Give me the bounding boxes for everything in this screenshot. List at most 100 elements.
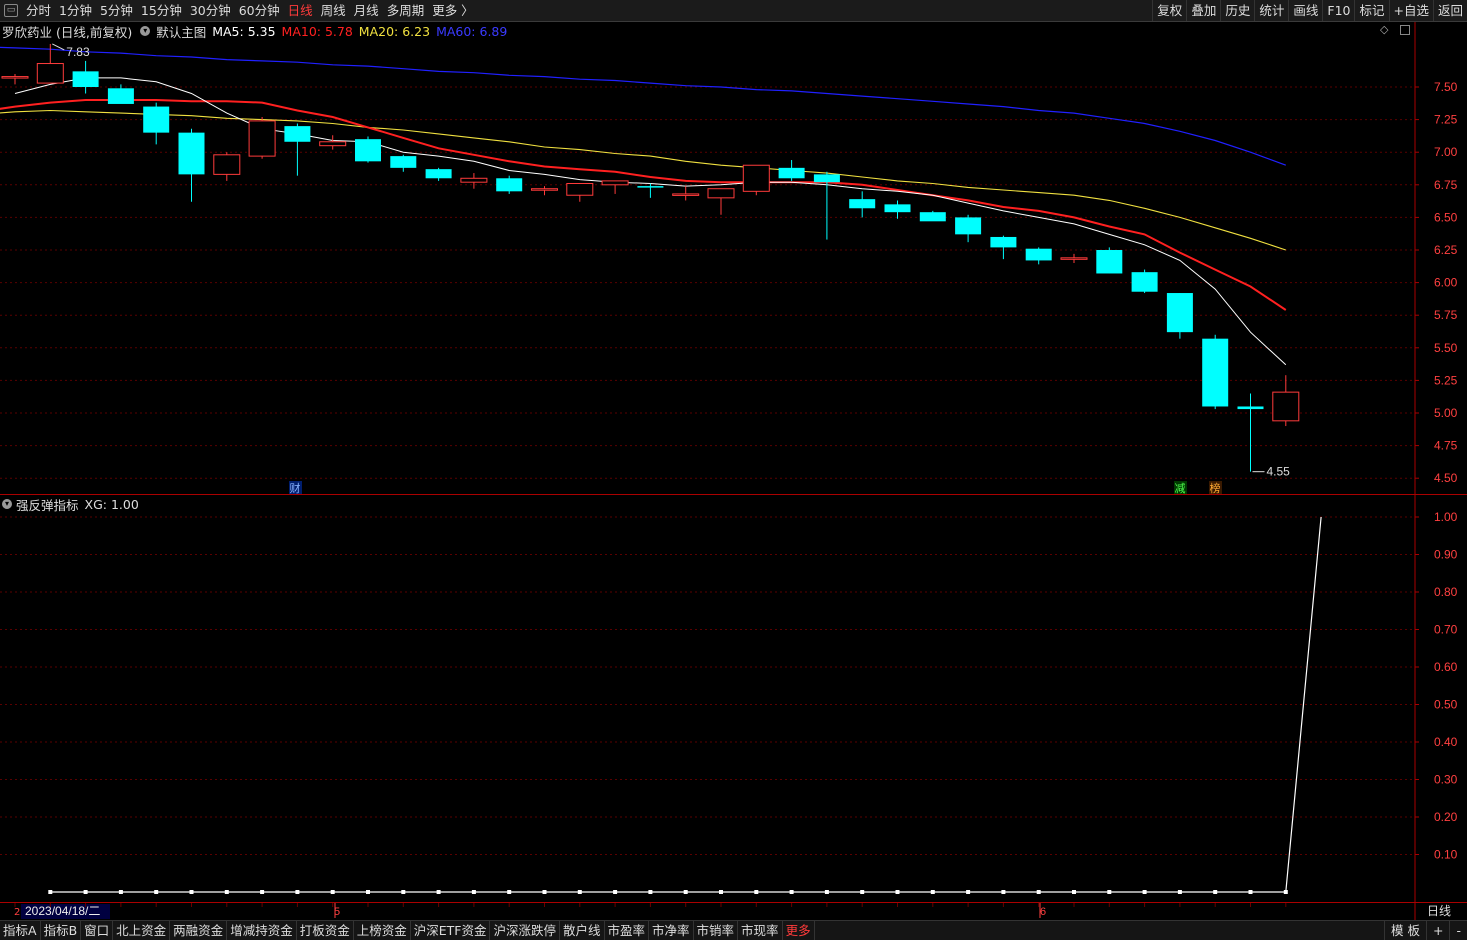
- reduce-marker: 减: [1175, 482, 1186, 495]
- price-tick-label: 7.50: [1434, 80, 1458, 94]
- bottom-right-button-0[interactable]: 模 板: [1384, 921, 1426, 940]
- candle-body-down: [1202, 338, 1229, 407]
- bottom-tab-4[interactable]: 两融资金: [170, 921, 228, 940]
- bottom-right-controls: 模 板 + -: [1384, 921, 1467, 940]
- indicator-tick-label: 0.40: [1434, 735, 1458, 749]
- indicator-tick-label: 0.70: [1434, 623, 1458, 637]
- candle-body-down: [990, 236, 1017, 248]
- xg-point: [401, 890, 406, 894]
- indicator-tick-label: 1.00: [1434, 510, 1458, 524]
- month-5-label: 5: [334, 906, 340, 918]
- period-label: 日线: [1427, 904, 1451, 918]
- xg-point: [366, 890, 370, 894]
- bottom-tab-15[interactable]: 更多: [783, 921, 815, 940]
- candle-body-up: [1, 76, 29, 79]
- price-tick-label: 5.50: [1434, 341, 1458, 355]
- indicator-tick-label: 0.90: [1434, 548, 1458, 562]
- indicator-tick-label: 0.20: [1434, 810, 1458, 824]
- high-price-label: 7.83: [66, 45, 90, 59]
- candle-body-up: [742, 164, 770, 192]
- xg-point: [1142, 890, 1147, 894]
- xg-point: [1283, 890, 1288, 894]
- bottom-tab-9[interactable]: 沪深涨跌停: [490, 921, 560, 940]
- xg-point: [330, 890, 335, 894]
- start-date-label: 2023/04/18/二: [25, 904, 100, 918]
- candle-body-down: [849, 199, 876, 209]
- bottom-tab-7[interactable]: 上榜资金: [354, 921, 411, 940]
- xg-point: [83, 890, 88, 894]
- low-price-label: 4.55: [1267, 465, 1291, 479]
- xg-point: [471, 890, 476, 894]
- bottom-right-button-1[interactable]: +: [1426, 921, 1449, 940]
- bottom-tab-14[interactable]: 市现率: [738, 921, 783, 940]
- xg-point: [1107, 890, 1112, 894]
- xg-point: [648, 890, 653, 894]
- candle-body-down: [955, 217, 982, 235]
- candle-body-down: [1025, 248, 1052, 261]
- price-tick-label: 5.00: [1434, 406, 1458, 420]
- month-6-label: 6: [1040, 906, 1046, 918]
- xg-point: [189, 890, 194, 894]
- bottom-tab-6[interactable]: 打板资金: [297, 921, 354, 940]
- bottom-tab-11[interactable]: 市盈率: [605, 921, 650, 940]
- bottom-tab-0[interactable]: 指标A: [0, 921, 41, 940]
- xg-point: [48, 890, 53, 894]
- price-tick-label: 4.75: [1434, 439, 1458, 453]
- candle-body-down: [390, 156, 417, 168]
- candle-body-up: [566, 182, 594, 196]
- candle-body-down: [143, 106, 170, 133]
- candle-body-down: [72, 71, 99, 87]
- candle-body-down: [919, 212, 946, 222]
- candle-body-up: [531, 188, 558, 191]
- indicator-settings-icon[interactable]: ▾: [2, 499, 12, 509]
- xg-point: [507, 890, 512, 894]
- candle-body-down: [1096, 250, 1123, 274]
- bottom-tab-8[interactable]: 沪深ETF资金: [411, 921, 491, 940]
- bottom-tab-10[interactable]: 散户线: [560, 921, 605, 940]
- bottom-right-button-2[interactable]: -: [1449, 921, 1467, 940]
- indicator-name[interactable]: 强反弹指标: [16, 495, 79, 514]
- candle-body-up: [460, 177, 488, 183]
- xg-point: [260, 890, 265, 894]
- candle-body-up: [1060, 257, 1088, 260]
- finance-marker: 财: [290, 481, 301, 495]
- xg-point: [1036, 890, 1041, 894]
- bottom-tab-12[interactable]: 市净率: [649, 921, 694, 940]
- indicator-tabs: 指标A 指标B 窗口 北上资金 两融资金 增减持资金 打板资金 上榜资金 沪深ETF资金 沪深涨跌…: [0, 921, 815, 940]
- bottom-tab-3[interactable]: 北上资金: [113, 921, 171, 940]
- xg-point: [789, 890, 794, 894]
- candle-body-down: [637, 186, 664, 188]
- candle-body-up: [319, 141, 347, 147]
- candle-body-down: [813, 174, 840, 183]
- xg-point: [1248, 890, 1253, 894]
- price-tick-label: 6.50: [1434, 210, 1458, 224]
- candle-body-down: [1166, 293, 1193, 333]
- xg-point: [824, 890, 829, 894]
- candle-body-up: [707, 188, 735, 199]
- xg-point: [719, 890, 723, 894]
- candle-body-up: [601, 180, 629, 186]
- price-tick-label: 4.50: [1434, 471, 1458, 485]
- indicator-tick-label: 0.30: [1434, 773, 1458, 787]
- bottom-tab-13[interactable]: 市销率: [694, 921, 739, 940]
- xg-point: [754, 890, 759, 894]
- xg-point: [895, 890, 900, 894]
- billboard-marker: 榜: [1210, 481, 1221, 495]
- price-tick-label: 5.75: [1434, 308, 1458, 322]
- bottom-tab-1[interactable]: 指标B: [41, 921, 82, 940]
- price-tick-label: 7.25: [1434, 113, 1458, 127]
- price-tick-label: 6.25: [1434, 243, 1458, 257]
- candle-body-up: [672, 193, 700, 196]
- price-tick-label: 5.25: [1434, 373, 1458, 387]
- kline-chart[interactable]: 7.50 7.25 7.00 6.75 6.50 6.25 6.00 5.75 5.50 5.25…: [0, 0, 1467, 940]
- xg-point: [966, 890, 971, 894]
- xg-point: [1001, 890, 1006, 894]
- candle-body-up: [36, 63, 64, 84]
- indicator-tick-label: 0.80: [1434, 585, 1458, 599]
- indicator-tick-label: 0.10: [1434, 848, 1458, 862]
- xg-point: [118, 890, 123, 894]
- xg-point: [224, 890, 229, 894]
- bottom-tab-2[interactable]: 窗口: [81, 921, 114, 940]
- bottom-tab-5[interactable]: 增减持资金: [227, 921, 297, 940]
- candle-body-down: [284, 126, 311, 142]
